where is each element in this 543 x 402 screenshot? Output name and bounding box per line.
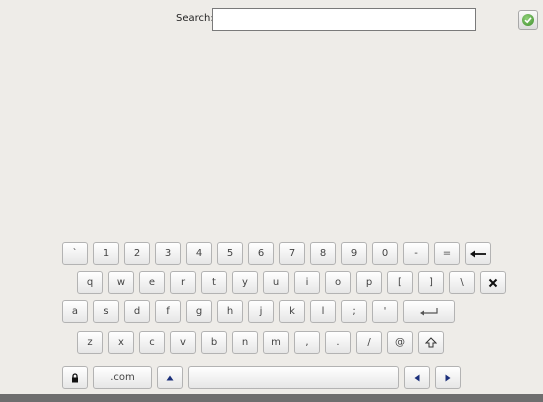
x-icon — [488, 278, 498, 288]
bottom-status-bar — [0, 394, 543, 402]
key-0[interactable]: 0 — [372, 242, 398, 265]
clear-key[interactable] — [480, 271, 506, 294]
key-e[interactable]: e — [139, 271, 165, 294]
key-8[interactable]: 8 — [310, 242, 336, 265]
lock-icon — [71, 372, 79, 383]
key-n[interactable]: n — [232, 331, 258, 354]
enter-return-icon — [419, 307, 439, 317]
key-5[interactable]: 5 — [217, 242, 243, 265]
key-backtick[interactable]: ` — [62, 242, 88, 265]
key-6[interactable]: 6 — [248, 242, 274, 265]
search-label: Search: — [176, 13, 214, 24]
key-h[interactable]: h — [217, 300, 243, 323]
key-at[interactable]: @ — [387, 331, 413, 354]
key-semicolon[interactable]: ; — [341, 300, 367, 323]
shift-key[interactable] — [418, 331, 444, 354]
key-comma[interactable]: , — [294, 331, 320, 354]
key-w[interactable]: w — [108, 271, 134, 294]
keyboard-row-2: q w e r t y u i o p [ ] \ — [77, 271, 506, 294]
key-period[interactable]: . — [325, 331, 351, 354]
key-7[interactable]: 7 — [279, 242, 305, 265]
dotcom-key[interactable]: .com — [93, 366, 152, 389]
key-s[interactable]: s — [93, 300, 119, 323]
key-a[interactable]: a — [62, 300, 88, 323]
key-backslash[interactable]: \ — [449, 271, 475, 294]
key-3[interactable]: 3 — [155, 242, 181, 265]
key-slash[interactable]: / — [356, 331, 382, 354]
key-1[interactable]: 1 — [93, 242, 119, 265]
key-g[interactable]: g — [186, 300, 212, 323]
key-left-bracket[interactable]: [ — [387, 271, 413, 294]
key-o[interactable]: o — [325, 271, 351, 294]
key-equals[interactable]: = — [434, 242, 460, 265]
backspace-key[interactable] — [465, 242, 491, 265]
key-d[interactable]: d — [124, 300, 150, 323]
keyboard-row-4: z x c v b n m , . / @ — [77, 331, 444, 354]
key-v[interactable]: v — [170, 331, 196, 354]
key-right-bracket[interactable]: ] — [418, 271, 444, 294]
key-p[interactable]: p — [356, 271, 382, 294]
keyboard-row-3: a s d f g h j k l ; ' — [62, 300, 455, 323]
left-arrow-key[interactable] — [404, 366, 430, 389]
key-9[interactable]: 9 — [341, 242, 367, 265]
key-u[interactable]: u — [263, 271, 289, 294]
key-2[interactable]: 2 — [124, 242, 150, 265]
triangle-left-icon — [414, 374, 420, 382]
key-l[interactable]: l — [310, 300, 336, 323]
right-arrow-key[interactable] — [435, 366, 461, 389]
check-circle-icon — [522, 14, 534, 26]
ok-button[interactable] — [518, 10, 538, 30]
key-m[interactable]: m — [263, 331, 289, 354]
backspace-arrow-icon — [469, 249, 487, 259]
key-b[interactable]: b — [201, 331, 227, 354]
key-c[interactable]: c — [139, 331, 165, 354]
keyboard-row-5: .com — [62, 366, 461, 389]
triangle-up-icon — [166, 375, 174, 381]
caps-lock-key[interactable] — [62, 366, 88, 389]
key-z[interactable]: z — [77, 331, 103, 354]
key-q[interactable]: q — [77, 271, 103, 294]
shift-arrow-icon — [425, 337, 437, 348]
space-key[interactable] — [188, 366, 399, 389]
enter-key[interactable] — [403, 300, 455, 323]
triangle-right-icon — [445, 374, 451, 382]
search-input[interactable] — [212, 8, 476, 31]
key-i[interactable]: i — [294, 271, 320, 294]
keyboard-row-1: ` 1 2 3 4 5 6 7 8 9 0 - = — [62, 242, 491, 265]
key-f[interactable]: f — [155, 300, 181, 323]
key-k[interactable]: k — [279, 300, 305, 323]
key-x[interactable]: x — [108, 331, 134, 354]
key-r[interactable]: r — [170, 271, 196, 294]
up-arrow-key[interactable] — [157, 366, 183, 389]
key-j[interactable]: j — [248, 300, 274, 323]
key-apostrophe[interactable]: ' — [372, 300, 398, 323]
key-t[interactable]: t — [201, 271, 227, 294]
key-y[interactable]: y — [232, 271, 258, 294]
key-minus[interactable]: - — [403, 242, 429, 265]
key-4[interactable]: 4 — [186, 242, 212, 265]
